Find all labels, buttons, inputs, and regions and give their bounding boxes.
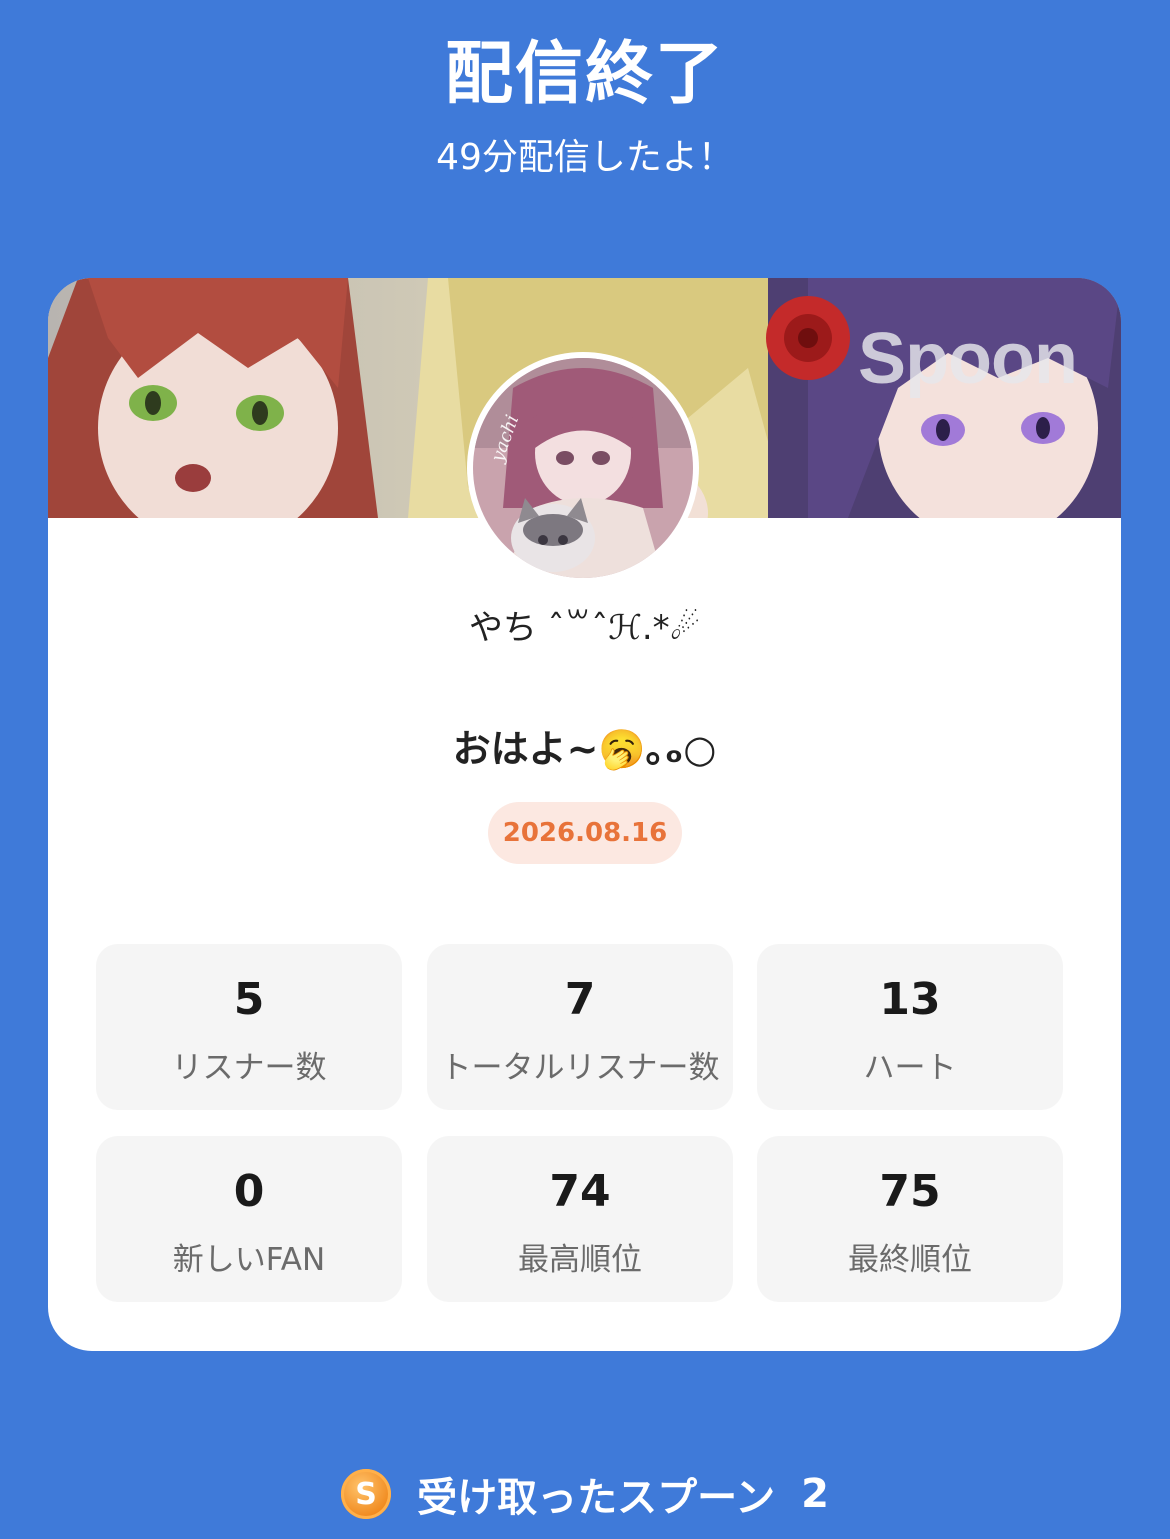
stat-value: 13 <box>879 974 941 1025</box>
stat-new-fans: 0 新しいFAN <box>96 1136 402 1302</box>
live-title: おはよ~🥱｡ₒ○ <box>452 727 717 771</box>
stat-value: 74 <box>549 1166 611 1217</box>
broadcast-date-badge: 2026.08.16 <box>488 802 682 864</box>
stat-listeners: 5 リスナー数 <box>96 944 402 1110</box>
stat-value: 75 <box>879 1166 941 1217</box>
stat-value: 7 <box>564 974 596 1025</box>
stat-highest-rank: 74 最高順位 <box>427 1136 733 1302</box>
stat-label: 新しいFAN <box>172 1242 326 1278</box>
received-spoons-label: 受け取ったスプーン <box>417 1475 776 1521</box>
spoon-coin-icon: S <box>341 1469 392 1519</box>
received-spoons-count: 2 <box>801 1471 829 1517</box>
broadcast-summary-card: Spoon yachi やち ˆ꒳ˆℋ.*☄ おはよ~🥱｡ₒ○ 2026.08.… <box>48 278 1121 1351</box>
stat-label: ハート <box>863 1050 957 1086</box>
stat-label: 最終順位 <box>848 1242 972 1278</box>
stat-value: 5 <box>233 974 265 1025</box>
avatar-image: yachi <box>473 358 693 578</box>
stat-total-listeners: 7 トータルリスナー数 <box>427 944 733 1110</box>
broadcast-duration: 49分配信したよ！ <box>436 137 734 178</box>
stat-final-rank: 75 最終順位 <box>757 1136 1063 1302</box>
avatar[interactable]: yachi <box>467 352 699 584</box>
stat-label: リスナー数 <box>171 1050 327 1086</box>
stat-label: 最高順位 <box>518 1242 642 1278</box>
stat-hearts: 13 ハート <box>757 944 1063 1110</box>
spoon-watermark: Spoon <box>858 319 1078 399</box>
page-title: 配信終了 <box>444 35 725 114</box>
username: やち ˆ꒳ˆℋ.*☄ <box>468 608 701 648</box>
received-spoons: S 受け取ったスプーン 2 <box>0 1464 1170 1524</box>
stat-value: 0 <box>233 1166 265 1217</box>
stat-label: トータルリスナー数 <box>440 1050 720 1086</box>
